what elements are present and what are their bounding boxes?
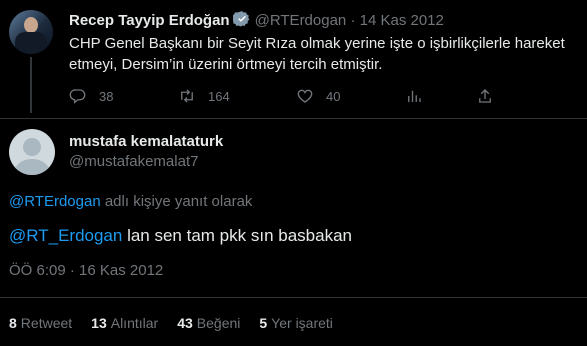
views-button[interactable] [405,86,423,106]
likes-stat[interactable]: 43 Beğeni [177,315,240,331]
like-button[interactable]: 40 [296,86,340,106]
views-icon [408,90,421,102]
reply-tweet-text: @RT_Erdogan lan sen tam pkk sın basbakan [9,226,352,246]
like-icon [297,89,313,103]
bookmarks-stat[interactable]: 5 Yer işareti [259,315,333,331]
reply-author-name[interactable]: mustafa kemalataturk [69,133,223,150]
retweets-label: Retweet [20,315,73,331]
retweet-count: 164 [208,88,230,104]
replying-suffix: adlı kişiye yanıt olarak [104,193,253,210]
divider [0,297,587,298]
reply-icon [69,89,86,104]
replying-to: @RTErdogan adlı kişiye yanıt olarak [9,193,252,210]
default-avatar-head [23,138,41,156]
like-count: 40 [326,88,341,104]
bookmarks-label: Yer işareti [271,315,333,331]
retweet-icon [181,89,193,103]
quotes-count: 13 [91,315,107,331]
retweets-stat[interactable]: 8 Retweet [9,315,72,331]
parent-author-name[interactable]: Recep Tayyip Erdoğan [69,12,230,29]
bookmarks-count: 5 [259,315,268,331]
share-icon [479,89,491,103]
likes-count: 43 [177,315,193,331]
tweet-stats: 8 Retweet 13 Alıntılar 43 Beğeni 5 Yer işare… [9,315,352,331]
likes-label: Beğeni [196,315,241,331]
parent-avatar[interactable] [9,10,53,54]
avatar-figure-body [15,32,47,54]
quotes-stat[interactable]: 13 Alıntılar [91,315,158,331]
thread-connector-line [30,57,32,113]
quotes-label: Alıntılar [110,315,159,331]
divider [0,118,587,119]
parent-handle[interactable]: @RTErdogan [255,12,347,29]
reply-handle[interactable]: @mustafakemalat7 [69,153,198,170]
reply-button[interactable]: 38 [69,86,113,106]
replying-mention-link[interactable]: @RTErdogan [9,193,101,210]
reply-timestamp[interactable]: ÖÖ 6:09 · 16 Kas 2012 [9,262,163,279]
reply-text-body: lan sen tam pkk sın basbakan [122,226,352,245]
header-separator: · [350,12,356,29]
retweets-count: 8 [9,315,17,331]
reply-mention-link[interactable]: @RT_Erdogan [9,226,122,245]
share-button[interactable] [476,86,494,106]
parent-tweet-text: CHP Genel Başkanı bir Seyit Rıza olmak y… [69,35,565,73]
parent-author[interactable]: Recep Tayyip Erdoğan @RTErdogan · 14 Kas … [69,10,444,32]
verified-badge-icon [231,10,251,32]
reply-avatar[interactable] [9,129,55,175]
default-avatar-body [15,159,49,175]
reply-count: 38 [99,88,114,104]
parent-date[interactable]: 14 Kas 2012 [360,12,444,29]
retweet-button[interactable]: 164 [178,86,230,106]
avatar-figure-head [24,17,38,33]
